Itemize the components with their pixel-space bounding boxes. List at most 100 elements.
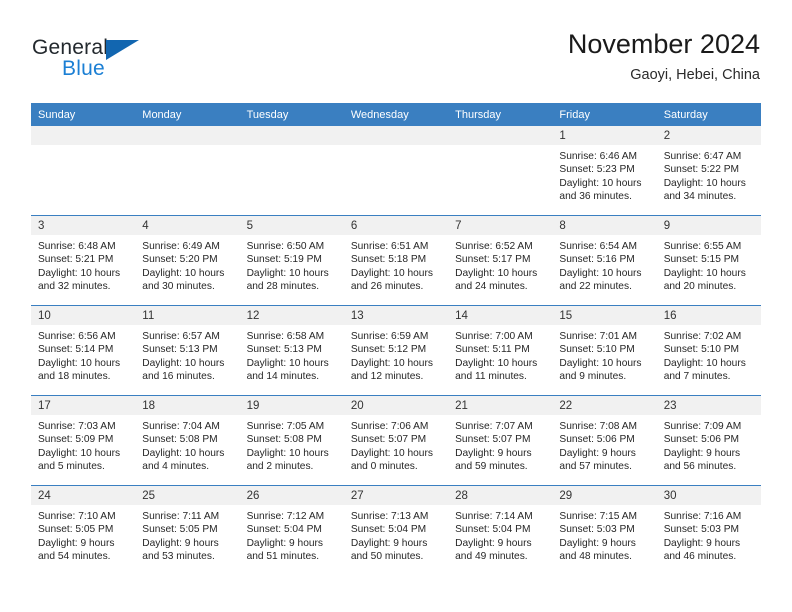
day-number: 27 [343,486,449,505]
day-detail-line: Daylight: 9 hours [559,537,636,549]
calendar-page: General Blue November 2024 Gaoyi, Hebei,… [0,0,792,612]
day-cell-inner: 28 Sunrise: 7:14 AM Sunset: 5:04 PM Dayligh… [448,486,553,575]
day-number: 20 [343,396,449,415]
calendar-day-cell[interactable]: 6 Sunrise: 6:51 AM Sunset: 5:18 PM Daylight… [343,215,449,306]
day-detail-line: Daylight: 10 hours [455,357,538,369]
day-cell-inner: 14 Sunrise: 7:00 AM Sunset: 5:11 PM Dayligh… [448,306,553,395]
day-cell-inner: 11 Sunrise: 6:57 AM Sunset: 5:13 PM Dayligh… [135,306,240,395]
day-details: Sunrise: 7:05 AM Sunset: 5:08 PM Daylight:… [240,415,344,474]
day-number: 8 [552,216,657,235]
day-detail-line: Sunset: 5:03 PM [559,524,635,536]
calendar-day-cell[interactable]: 27 Sunrise: 7:13 AM Sunset: 5:04 PM Dayligh… [343,485,449,575]
day-detail-line: Sunrise: 7:05 AM [246,421,325,432]
day-detail-line: Sunset: 5:22 PM [663,164,740,176]
day-detail-line: Sunrise: 7:10 AM [38,511,116,522]
day-details: Sunrise: 7:08 AM Sunset: 5:06 PM Daylight:… [552,415,656,474]
calendar-day-cell[interactable]: 24 Sunrise: 7:10 AM Sunset: 5:05 PM Dayligh… [31,485,136,575]
day-detail-line: Sunrise: 6:46 AM [559,151,637,162]
calendar-day-cell[interactable]: 28 Sunrise: 7:14 AM Sunset: 5:04 PM Dayligh… [448,485,553,575]
calendar-cell-empty [31,126,136,216]
day-cell-inner [343,126,449,215]
day-detail-line: and 54 minutes. [38,551,111,563]
day-cell-inner [31,126,136,215]
weekday-header-friday: Friday [552,103,657,126]
calendar-day-cell[interactable]: 20 Sunrise: 7:06 AM Sunset: 5:07 PM Dayligh… [343,395,449,486]
day-detail-line: Sunset: 5:03 PM [663,524,740,536]
calendar-day-cell[interactable]: 4 Sunrise: 6:49 AM Sunset: 5:20 PM Daylight… [135,215,240,306]
calendar-day-cell[interactable]: 13 Sunrise: 6:59 AM Sunset: 5:12 PM Dayligh… [343,305,449,396]
calendar-day-cell[interactable]: 15 Sunrise: 7:01 AM Sunset: 5:10 PM Dayligh… [552,305,657,396]
day-detail-line: Sunrise: 7:13 AM [350,511,429,522]
day-detail-line: and 16 minutes. [142,371,215,383]
day-detail-line: Sunrise: 6:54 AM [559,241,637,252]
day-detail-line: Daylight: 10 hours [663,357,746,369]
day-detail-line: Sunrise: 6:59 AM [350,331,429,342]
day-cell-inner: 27 Sunrise: 7:13 AM Sunset: 5:04 PM Dayligh… [343,486,449,575]
calendar-week-row: 24 Sunrise: 7:10 AM Sunset: 5:05 PM Dayligh… [31,485,761,575]
day-cell-inner [448,126,553,215]
day-details: Sunrise: 6:47 AM Sunset: 5:22 PM Daylight:… [657,145,761,204]
day-detail-line: and 48 minutes. [559,551,632,563]
day-details: Sunrise: 6:49 AM Sunset: 5:20 PM Daylight:… [135,235,239,294]
day-details: Sunrise: 7:04 AM Sunset: 5:08 PM Daylight:… [135,415,239,474]
calendar-day-cell[interactable]: 7 Sunrise: 6:52 AM Sunset: 5:17 PM Daylight… [448,215,553,306]
calendar-day-cell[interactable]: 10 Sunrise: 6:56 AM Sunset: 5:14 PM Dayligh… [31,305,136,396]
day-detail-line: Sunset: 5:04 PM [455,524,531,536]
day-detail-line: Daylight: 10 hours [38,267,121,279]
day-cell-inner: 15 Sunrise: 7:01 AM Sunset: 5:10 PM Dayligh… [552,306,657,395]
day-detail-line: Sunrise: 6:47 AM [663,151,742,162]
day-cell-inner: 20 Sunrise: 7:06 AM Sunset: 5:07 PM Dayligh… [343,396,449,485]
weekday-header-saturday: Saturday [656,103,761,126]
day-detail-line: Sunrise: 6:50 AM [246,241,325,252]
day-detail-line: Sunrise: 7:06 AM [350,421,429,432]
day-detail-line: and 7 minutes. [663,371,731,383]
day-detail-line: and 51 minutes. [246,551,320,563]
day-details: Sunrise: 7:09 AM Sunset: 5:06 PM Daylight:… [657,415,761,474]
day-detail-line: Sunset: 5:13 PM [142,344,218,356]
calendar-day-cell[interactable]: 1 Sunrise: 6:46 AM Sunset: 5:23 PM Daylight… [552,126,657,216]
day-details: Sunrise: 7:06 AM Sunset: 5:07 PM Daylight:… [344,415,448,474]
day-detail-line: and 34 minutes. [663,191,737,203]
general-blue-logo[interactable]: General Blue [32,36,172,82]
day-detail-line: and 59 minutes. [455,461,528,473]
day-detail-line: Daylight: 9 hours [246,537,324,549]
day-detail-line: Sunset: 5:04 PM [350,524,427,536]
calendar-day-cell[interactable]: 12 Sunrise: 6:58 AM Sunset: 5:13 PM Dayligh… [239,305,344,396]
day-detail-line: Daylight: 10 hours [38,357,121,369]
calendar-day-cell[interactable]: 23 Sunrise: 7:09 AM Sunset: 5:06 PM Dayligh… [656,395,761,486]
day-detail-line: Sunset: 5:08 PM [246,434,322,446]
calendar-day-cell[interactable]: 22 Sunrise: 7:08 AM Sunset: 5:06 PM Dayligh… [552,395,657,486]
day-number: 4 [135,216,240,235]
day-detail-line: and 0 minutes. [350,461,418,473]
calendar-day-cell[interactable]: 30 Sunrise: 7:16 AM Sunset: 5:03 PM Dayligh… [656,485,761,575]
calendar-day-cell[interactable]: 9 Sunrise: 6:55 AM Sunset: 5:15 PM Daylight… [656,215,761,306]
day-detail-line: Sunset: 5:21 PM [38,254,114,266]
day-detail-line: Sunrise: 7:09 AM [663,421,742,432]
calendar-day-cell[interactable]: 14 Sunrise: 7:00 AM Sunset: 5:11 PM Dayligh… [448,305,553,396]
day-detail-line: Daylight: 10 hours [559,267,642,279]
calendar-day-cell[interactable]: 26 Sunrise: 7:12 AM Sunset: 5:04 PM Dayligh… [239,485,344,575]
calendar-day-cell[interactable]: 8 Sunrise: 6:54 AM Sunset: 5:16 PM Daylight… [552,215,657,306]
calendar-day-cell[interactable]: 5 Sunrise: 6:50 AM Sunset: 5:19 PM Daylight… [239,215,344,306]
day-detail-line: Sunrise: 6:52 AM [455,241,533,252]
day-cell-inner: 23 Sunrise: 7:09 AM Sunset: 5:06 PM Dayligh… [656,396,761,485]
calendar-day-cell[interactable]: 2 Sunrise: 6:47 AM Sunset: 5:22 PM Daylight… [656,126,761,216]
calendar-day-cell[interactable]: 21 Sunrise: 7:07 AM Sunset: 5:07 PM Dayligh… [448,395,553,486]
calendar-day-cell[interactable]: 18 Sunrise: 7:04 AM Sunset: 5:08 PM Dayligh… [135,395,240,486]
day-detail-line: Sunrise: 6:57 AM [142,331,220,342]
day-detail-line: and 12 minutes. [350,371,424,383]
calendar-day-cell[interactable]: 29 Sunrise: 7:15 AM Sunset: 5:03 PM Dayligh… [552,485,657,575]
day-detail-line: Daylight: 9 hours [142,537,219,549]
calendar-day-cell[interactable]: 11 Sunrise: 6:57 AM Sunset: 5:13 PM Dayligh… [135,305,240,396]
calendar-day-cell[interactable]: 25 Sunrise: 7:11 AM Sunset: 5:05 PM Dayligh… [135,485,240,575]
day-details: Sunrise: 6:54 AM Sunset: 5:16 PM Daylight:… [552,235,656,294]
day-number: 12 [239,306,344,325]
calendar-day-cell[interactable]: 19 Sunrise: 7:05 AM Sunset: 5:08 PM Dayligh… [239,395,344,486]
day-number [239,126,344,145]
calendar-day-cell[interactable]: 17 Sunrise: 7:03 AM Sunset: 5:09 PM Dayligh… [31,395,136,486]
day-details: Sunrise: 7:12 AM Sunset: 5:04 PM Daylight:… [240,505,344,564]
calendar-day-cell[interactable]: 16 Sunrise: 7:02 AM Sunset: 5:10 PM Dayligh… [656,305,761,396]
day-details: Sunrise: 7:01 AM Sunset: 5:10 PM Daylight:… [552,325,656,384]
calendar-day-cell[interactable]: 3 Sunrise: 6:48 AM Sunset: 5:21 PM Daylight… [31,215,136,306]
day-details: Sunrise: 6:55 AM Sunset: 5:15 PM Daylight:… [657,235,761,294]
